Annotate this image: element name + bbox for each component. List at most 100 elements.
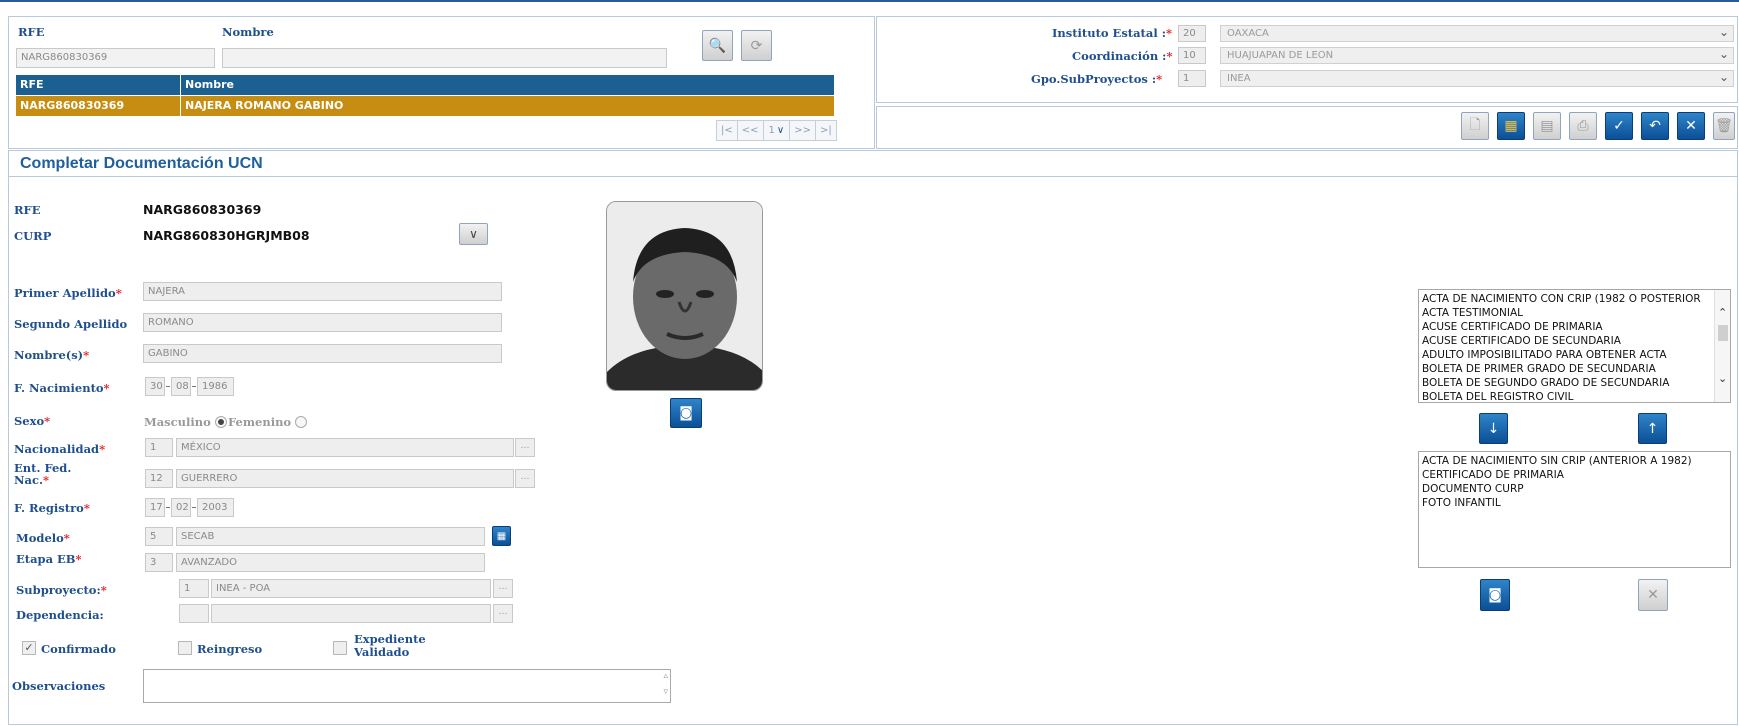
- dependencia-lookup-button[interactable]: …: [493, 604, 513, 623]
- primer-apellido-input[interactable]: NAJERA: [143, 282, 502, 301]
- refresh-icon: ⟳: [750, 37, 763, 54]
- instituto-select[interactable]: OAXACA ⌄: [1220, 25, 1734, 42]
- scroll-up-icon[interactable]: ▵: [663, 671, 668, 681]
- modelo-lookup-button[interactable]: ▦: [492, 526, 511, 546]
- header-rfe-label: RFE: [18, 25, 45, 39]
- pager-prev-button[interactable]: <<: [736, 120, 764, 141]
- list-item[interactable]: BOLETA DE SEGUNDO GRADO DE SECUNDARIA: [1422, 376, 1730, 390]
- modelo-label: Modelo*: [16, 531, 70, 545]
- list-item[interactable]: BOLETA DE PRIMER GRADO DE SECUNDARIA: [1422, 362, 1730, 376]
- photo-camera-button[interactable]: ◙: [670, 398, 702, 428]
- save-db-button[interactable]: ▦: [1497, 112, 1525, 140]
- nacionalidad-code[interactable]: 1: [145, 438, 173, 457]
- table-cell-nombre: NAJERA ROMANO GABINO: [180, 96, 343, 116]
- instituto-label: Instituto Estatal :*: [1052, 26, 1172, 40]
- segundo-apellido-input[interactable]: ROMANO: [143, 313, 502, 332]
- etapa-input[interactable]: AVANZADO: [176, 553, 485, 572]
- ent-fed-lookup-button[interactable]: …: [515, 469, 535, 488]
- coordinacion-select[interactable]: HUAJUAPAN DE LEON ⌄: [1220, 47, 1734, 64]
- list-item[interactable]: ACUSE CERTIFICADO DE PRIMARIA: [1422, 320, 1730, 334]
- list-scrollbar[interactable]: ⌃ ⌄: [1714, 290, 1730, 402]
- reingreso-checkbox[interactable]: [178, 641, 192, 655]
- close-icon: ✕: [1647, 587, 1659, 603]
- print-preview-button[interactable]: ▤: [1533, 112, 1561, 140]
- f-nacimiento-year[interactable]: 1986: [197, 377, 234, 396]
- scroll-thumb[interactable]: [1718, 325, 1728, 341]
- list-item[interactable]: ADULTO IMPOSIBILITADO PARA OBTENER ACTA: [1422, 348, 1730, 362]
- pager-page-select[interactable]: 1 ∨: [762, 120, 791, 141]
- section-divider: [9, 176, 1737, 177]
- f-registro-day[interactable]: 17: [145, 498, 165, 517]
- cancel-button[interactable]: ✕: [1677, 112, 1705, 140]
- f-nacimiento-month[interactable]: 08: [171, 377, 191, 396]
- gpo-subproyectos-label: Gpo.SubProyectos :*: [1031, 72, 1163, 86]
- dependencia-input[interactable]: [211, 604, 491, 623]
- subproyecto-lookup-button[interactable]: …: [493, 579, 513, 598]
- list-item[interactable]: ACTA DE NACIMIENTO SIN CRIP (ANTERIOR A …: [1422, 454, 1730, 468]
- list-item[interactable]: FOTO INFANTIL: [1422, 496, 1730, 510]
- radio-masculino[interactable]: [214, 416, 227, 428]
- sexo-femenino-option[interactable]: Femenino: [228, 415, 308, 429]
- pager-first-button[interactable]: |<: [716, 120, 738, 141]
- person-photo: [606, 201, 763, 391]
- page-title: Completar Documentación UCN: [20, 155, 263, 172]
- portrait-image: [607, 202, 762, 390]
- delete-button[interactable]: 🗑: [1713, 112, 1735, 140]
- nacionalidad-lookup-button[interactable]: …: [515, 438, 535, 457]
- move-up-button[interactable]: ↑: [1638, 413, 1667, 444]
- curp-dropdown-button[interactable]: ∨: [459, 223, 488, 245]
- header-nombre-input[interactable]: [222, 48, 667, 68]
- header-rfe-input[interactable]: NARG860830369: [16, 48, 215, 68]
- available-documents-list[interactable]: ACTA DE NACIMIENTO CON CRIP (1982 O POST…: [1418, 289, 1731, 403]
- observaciones-textarea[interactable]: ▵ ▿: [143, 669, 671, 703]
- pager-next-button[interactable]: >>: [789, 120, 816, 141]
- scan-document-button[interactable]: ◙: [1480, 579, 1510, 611]
- remove-document-button[interactable]: ✕: [1638, 579, 1668, 611]
- new-button[interactable]: 🗋: [1461, 112, 1489, 140]
- list-item[interactable]: ACTA DE NACIMIENTO CON CRIP (1982 O POST…: [1422, 292, 1730, 306]
- ent-fed-code[interactable]: 12: [145, 469, 173, 488]
- move-down-button[interactable]: ↓: [1479, 413, 1508, 444]
- sexo-masculino-option[interactable]: Masculino: [144, 415, 227, 429]
- chevron-down-icon[interactable]: ⌄: [1718, 372, 1727, 386]
- expediente-validado-checkbox[interactable]: [333, 641, 347, 655]
- scroll-down-icon[interactable]: ▿: [663, 687, 668, 697]
- pager-last-button[interactable]: >|: [814, 120, 837, 141]
- f-registro-year[interactable]: 2003: [197, 498, 234, 517]
- chevron-up-icon[interactable]: ⌃: [1718, 306, 1727, 320]
- nombres-input[interactable]: GABINO: [143, 344, 502, 363]
- etapa-code[interactable]: 3: [145, 553, 173, 572]
- chevron-down-icon: ⌄: [1718, 70, 1729, 84]
- expediente-validado-label: Expediente Validado: [354, 632, 426, 659]
- gpo-select[interactable]: INEA ⌄: [1220, 70, 1734, 87]
- clear-search-button[interactable]: ⟳: [741, 30, 772, 61]
- subproyecto-code[interactable]: 1: [179, 579, 209, 598]
- column-header-nombre: Nombre: [180, 75, 234, 95]
- ent-fed-input[interactable]: GUERRERO: [176, 469, 514, 488]
- list-item[interactable]: CERTIFICADO DE PRIMARIA: [1422, 468, 1730, 482]
- nacionalidad-input[interactable]: MÉXICO: [176, 438, 514, 457]
- coordinacion-code: 10: [1178, 47, 1206, 64]
- segundo-apellido-label: Segundo Apellido: [14, 317, 128, 331]
- radio-femenino[interactable]: [295, 416, 308, 428]
- list-item[interactable]: BOLETA DEL REGISTRO CIVIL: [1422, 390, 1730, 402]
- subproyecto-input[interactable]: INEA - POA: [211, 579, 491, 598]
- table-row[interactable]: NARG860830369 NAJERA ROMANO GABINO: [16, 96, 834, 116]
- confirmado-checkbox[interactable]: ✓: [22, 641, 36, 655]
- f-nacimiento-day[interactable]: 30: [145, 377, 165, 396]
- list-item[interactable]: ACUSE CERTIFICADO DE SECUNDARIA: [1422, 334, 1730, 348]
- column-header-rfe: RFE: [20, 78, 44, 91]
- list-item[interactable]: DOCUMENTO CURP: [1422, 482, 1730, 496]
- search-doc-button[interactable]: 🔍: [702, 30, 733, 61]
- list-item[interactable]: ACTA TESTIMONIAL: [1422, 306, 1730, 320]
- dependencia-code[interactable]: [179, 604, 209, 623]
- f-registro-month[interactable]: 02: [171, 498, 191, 517]
- accept-button[interactable]: ✓: [1605, 112, 1633, 140]
- modelo-input[interactable]: SECAB: [176, 527, 485, 546]
- selected-documents-list[interactable]: ACTA DE NACIMIENTO SIN CRIP (ANTERIOR A …: [1418, 451, 1731, 568]
- undo-button[interactable]: ↶: [1641, 112, 1669, 140]
- modelo-code[interactable]: 5: [145, 527, 173, 546]
- rfe-value: NARG860830369: [143, 202, 262, 217]
- coordinacion-label: Coordinación :*: [1072, 49, 1173, 63]
- print-button[interactable]: ⎙: [1569, 112, 1597, 140]
